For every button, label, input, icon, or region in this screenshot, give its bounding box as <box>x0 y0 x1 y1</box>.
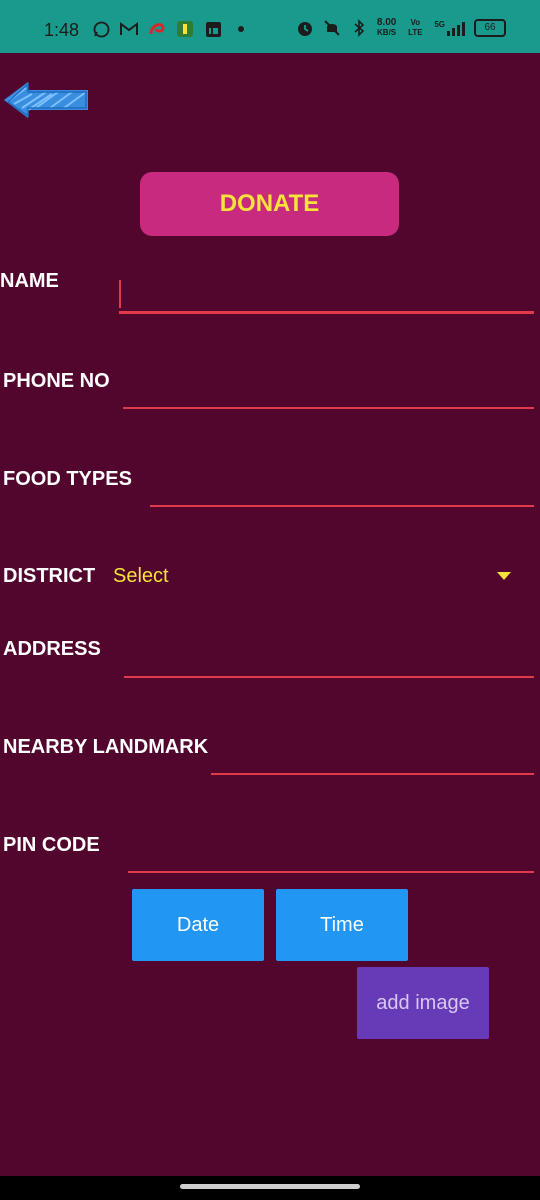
mute-icon <box>323 19 341 37</box>
back-arrow-icon[interactable] <box>2 78 90 122</box>
name-label: NAME <box>0 270 59 292</box>
address-label: ADDRESS <box>3 638 101 660</box>
speed-unit: KB/S <box>377 28 397 37</box>
dot-icon <box>232 20 250 38</box>
status-time: 1:48 <box>44 20 80 40</box>
name-input[interactable] <box>119 311 534 314</box>
pin-code-input[interactable] <box>128 871 534 873</box>
date-button[interactable]: Date <box>132 889 264 961</box>
battery-icon: 66 <box>474 19 506 37</box>
whatsapp-icon <box>92 20 110 38</box>
pin-code-label: PIN CODE <box>3 834 100 856</box>
landmark-input[interactable] <box>211 773 534 775</box>
dropdown-arrow-icon[interactable] <box>497 572 511 580</box>
volte-indicator: Vo LTE <box>408 18 423 37</box>
airtel-icon <box>148 20 166 38</box>
text-cursor <box>119 280 121 308</box>
phone-label: PHONE NO <box>3 370 110 392</box>
signal-icon: 5G <box>434 20 465 36</box>
speed-value: 8.00 <box>376 17 397 28</box>
district-label: DISTRICT <box>3 565 96 587</box>
district-select-value[interactable]: Select <box>113 565 169 588</box>
bluetooth-icon <box>350 19 368 37</box>
app-icon <box>176 20 194 38</box>
network-speed: 8.00 KB/S <box>377 18 396 38</box>
phone-input[interactable] <box>123 407 534 409</box>
system-icons: 8.00 KB/S Vo LTE 5G 66 <box>296 18 506 38</box>
donate-button[interactable]: DONATE <box>140 172 399 236</box>
alarm-icon <box>296 19 314 37</box>
notification-icons <box>92 20 250 38</box>
food-types-label: FOOD TYPES <box>3 468 132 490</box>
address-input[interactable] <box>124 676 534 678</box>
status-bar: 1:48 8.00 KB/S Vo LTE 5G 66 <box>0 0 540 53</box>
time-button[interactable]: Time <box>276 889 408 961</box>
network-type: 5G <box>434 20 445 29</box>
add-image-button[interactable]: add image <box>357 967 489 1039</box>
gmail-icon <box>120 20 138 38</box>
food-types-input[interactable] <box>150 505 534 507</box>
landmark-label: NEARBY LANDMARK <box>3 736 209 758</box>
linkedin-icon <box>204 20 222 38</box>
home-gesture-handle[interactable] <box>180 1184 360 1189</box>
